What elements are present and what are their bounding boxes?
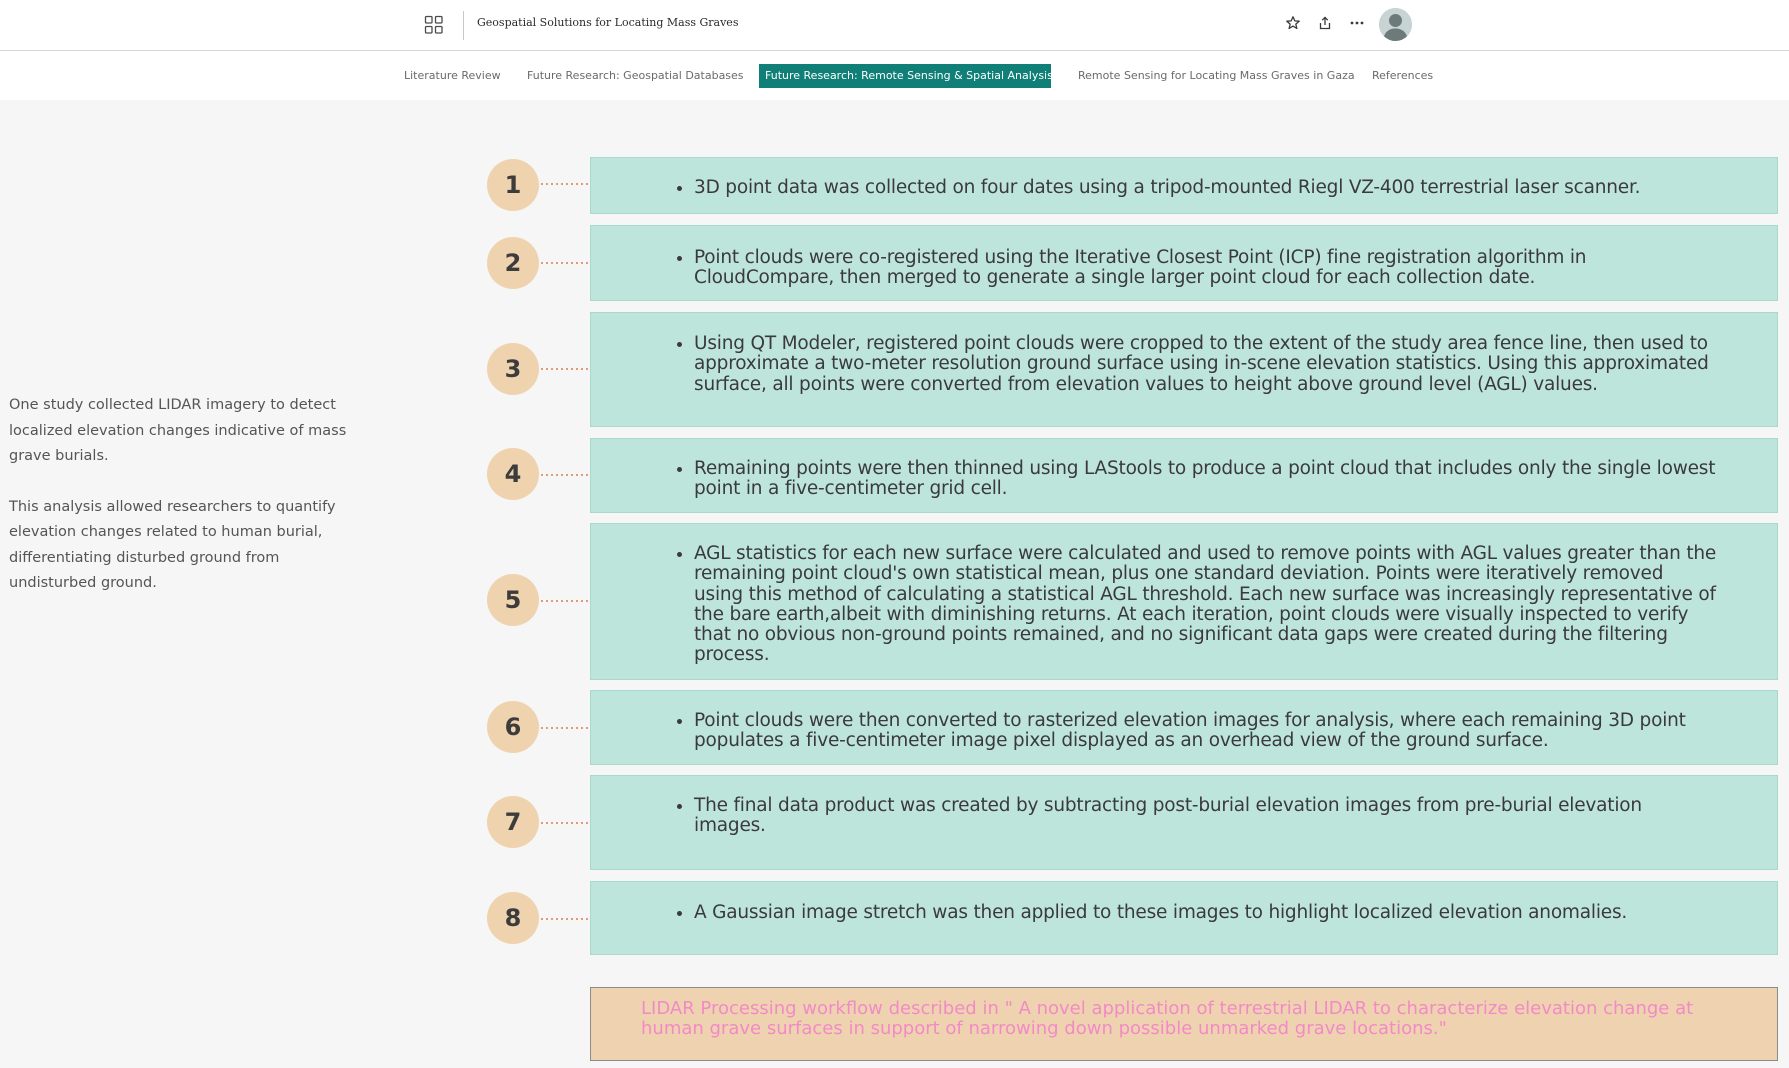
more-icon	[1349, 15, 1365, 35]
share-button[interactable]	[1314, 14, 1336, 36]
step-2-number: 2	[487, 237, 539, 289]
step-5-number: 5	[487, 574, 539, 626]
step-4-text: Remaining points were then thinned using…	[694, 458, 1777, 500]
step-8-number: 8	[487, 892, 539, 944]
favorite-button[interactable]	[1282, 14, 1304, 36]
step-2-text: Point clouds were co-registered using th…	[694, 247, 1777, 289]
workflow-caption: LIDAR Processing workflow described in "…	[590, 987, 1778, 1061]
story-title: Geospatial Solutions for Locating Mass G…	[477, 16, 739, 29]
step-4-number: 4	[487, 448, 539, 500]
step-2-box: Point clouds were co-registered using th…	[590, 225, 1778, 301]
step-6-number: 6	[487, 701, 539, 753]
step-6-box: Point clouds were then converted to rast…	[590, 690, 1778, 765]
step-6-text: Point clouds were then converted to rast…	[694, 710, 1777, 752]
step-1-number: 1	[487, 159, 539, 211]
step-3-number: 3	[487, 343, 539, 395]
nav-remote-sensing-gaza[interactable]: Remote Sensing for Locating Mass Graves …	[1078, 64, 1355, 88]
step-7-number: 7	[487, 796, 539, 848]
step-5-box: AGL statistics for each new surface were…	[590, 523, 1778, 680]
step-8-box: A Gaussian image stretch was then applie…	[590, 881, 1778, 955]
step-8-text: A Gaussian image stretch was then applie…	[694, 902, 1777, 923]
story-header: Geospatial Solutions for Locating Mass G…	[0, 0, 1789, 51]
share-icon	[1317, 15, 1333, 35]
step-3-text: Using QT Modeler, registered point cloud…	[694, 333, 1777, 395]
step-1-text: 3D point data was collected on four date…	[694, 177, 1777, 198]
step-1-box: 3D point data was collected on four date…	[590, 157, 1778, 214]
side-paragraph-1: One study collected LIDAR imagery to det…	[9, 397, 347, 464]
step-7-text: The final data product was created by su…	[694, 795, 1777, 837]
avatar[interactable]	[1379, 8, 1412, 41]
star-icon	[1285, 15, 1301, 35]
step-7-box: The final data product was created by su…	[590, 775, 1778, 870]
step-5-text: AGL statistics for each new surface were…	[694, 543, 1777, 666]
step-3-box: Using QT Modeler, registered point cloud…	[590, 312, 1778, 427]
nav-remote-sensing-spatial-analysis[interactable]: Future Research: Remote Sensing & Spatia…	[759, 64, 1051, 88]
nav-references[interactable]: References	[1372, 64, 1433, 88]
step-4-box: Remaining points were then thinned using…	[590, 438, 1778, 513]
user-icon	[1379, 8, 1412, 41]
side-text: One study collected LIDAR imagery to det…	[9, 393, 359, 622]
nav-literature-review[interactable]: Literature Review	[404, 64, 501, 88]
header-divider	[463, 11, 464, 40]
section-nav: Literature Review Future Research: Geosp…	[0, 51, 1789, 100]
nav-geospatial-databases[interactable]: Future Research: Geospatial Databases	[527, 64, 744, 88]
more-options-button[interactable]	[1346, 14, 1368, 36]
apps-grid-icon[interactable]	[424, 15, 444, 35]
side-paragraph-2: This analysis allowed researchers to qua…	[9, 498, 336, 592]
